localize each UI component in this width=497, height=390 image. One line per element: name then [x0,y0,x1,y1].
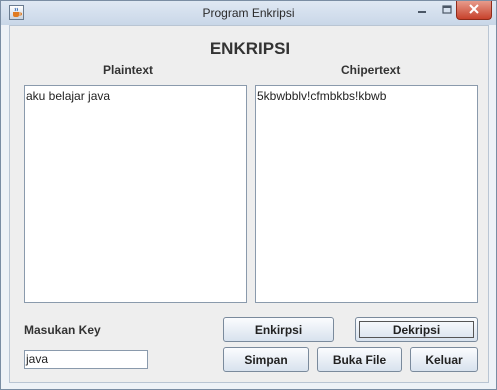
decrypt-button[interactable]: Dekripsi [355,317,478,342]
encrypt-button[interactable]: Enkirpsi [223,317,334,342]
maximize-icon [441,2,452,20]
plaintext-label: Plaintext [103,63,154,77]
minimize-icon [417,2,427,20]
close-button[interactable] [456,1,492,20]
chipertext-area[interactable]: 5kbwbblv!cfmbkbs!kbwb [255,85,478,303]
plaintext-area[interactable]: aku belajar java [24,85,247,303]
open-file-button[interactable]: Buka File [317,347,402,372]
key-label: Masukan Key [24,323,101,337]
app-window: Program Enkripsi ENKRIPSI Plaintext Chip… [0,0,497,390]
chipertext-label: Chipertext [341,63,401,77]
content-panel: ENKRIPSI Plaintext Chipertext aku belaja… [9,25,489,383]
exit-button[interactable]: Keluar [410,347,478,372]
key-input[interactable]: java [24,350,148,369]
minimize-button[interactable] [409,1,434,20]
save-button[interactable]: Simpan [223,347,309,372]
title-bar[interactable]: Program Enkripsi [1,1,496,25]
close-icon [468,1,480,19]
page-title: ENKRIPSI [209,39,291,58]
